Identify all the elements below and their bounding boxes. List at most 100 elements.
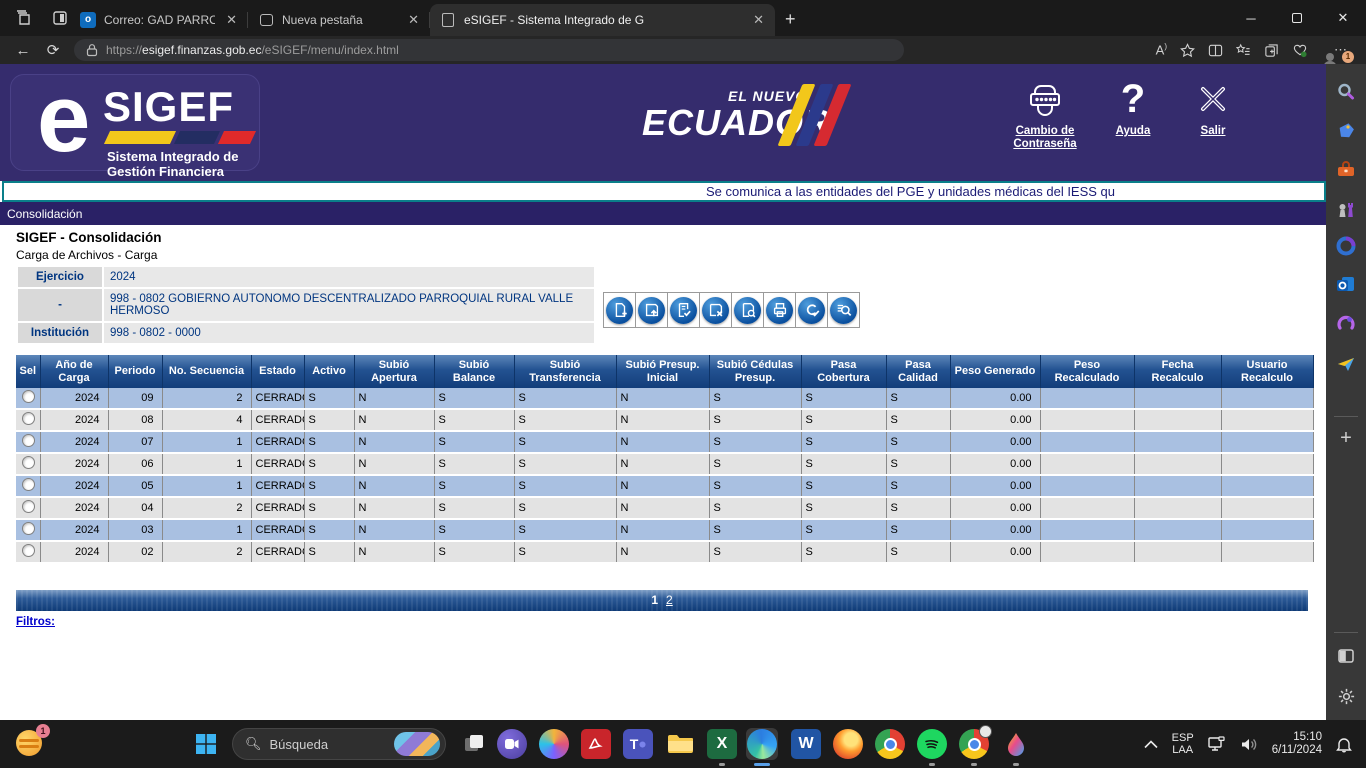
tab-close-icon[interactable]: ✕ [405,12,422,28]
excel-app-icon[interactable]: X [706,728,738,760]
validar-registro-button[interactable] [667,292,700,328]
subir-archivo-button[interactable] [635,292,668,328]
row-select-radio[interactable] [22,478,35,491]
paint-drop-app-icon[interactable] [1000,728,1032,760]
chat-app-icon[interactable] [496,728,528,760]
row-select-radio[interactable] [22,500,35,513]
cell-subio_transferencia: S [514,431,616,453]
eliminar-registro-button[interactable] [699,292,732,328]
edge-app-icon-active[interactable] [746,728,778,760]
sidebar-designer-icon[interactable] [1334,312,1358,336]
filters-link[interactable]: Filtros: [16,616,55,628]
cell-anio_carga: 2024 [40,453,108,475]
firefox-app-icon[interactable] [832,728,864,760]
read-aloud-icon[interactable]: A) [1156,42,1167,57]
row-select-radio[interactable] [22,412,35,425]
collections-icon[interactable] [1264,43,1279,58]
spotify-app-icon[interactable] [916,728,948,760]
copilot-app-icon[interactable] [538,728,570,760]
cell-periodo: 08 [108,409,162,431]
tab-correo[interactable]: o Correo: GAD PARROQUIAL VALLE ✕ [70,4,248,36]
row-select-radio[interactable] [22,390,35,403]
row-select-radio[interactable] [22,522,35,535]
sidebar-settings-gear-icon[interactable] [1334,684,1358,708]
acrobat-app-icon[interactable] [580,728,612,760]
help-button[interactable]: ? Ayuda [1088,76,1178,138]
search-highlight-image[interactable] [394,732,440,756]
sidebar-send-plane-icon[interactable] [1334,352,1358,376]
tab-nueva-pestana[interactable]: Nueva pestaña ✕ [248,4,430,36]
menu-item-consolidacion[interactable]: Consolidación [7,207,82,221]
column-header: Subió Balance [434,355,514,388]
new-tab-button[interactable]: + [785,9,796,30]
sidebar-games-icon[interactable] [1334,197,1358,221]
weather-widget[interactable]: 1 [14,728,48,760]
esigef-header: e SIGEF Sistema Integrado de Gestión Fin… [0,64,1326,181]
sidebar-outlook-icon[interactable] [1334,272,1358,296]
tab-close-icon[interactable]: ✕ [750,12,767,28]
cell-peso_recalculado [1040,541,1134,563]
cell-periodo: 05 [108,475,162,497]
task-view-button[interactable] [458,728,490,760]
cell-subio_cedulas_presup: S [709,475,801,497]
cell-periodo: 03 [108,519,162,541]
row-select-radio[interactable] [22,544,35,557]
exit-button[interactable]: Salir [1168,76,1258,138]
keyboard-language[interactable]: ESPLAA [1172,732,1194,756]
taskbar-search[interactable]: 🔍︎ Búsqueda [232,728,446,760]
row-select-radio[interactable] [22,456,35,469]
imprimir-button[interactable] [763,292,796,328]
chrome-profile-app-icon[interactable] [958,728,990,760]
row-select-radio[interactable] [22,434,35,447]
page-2-link[interactable]: 2 [666,593,673,607]
split-screen-icon[interactable] [1208,43,1223,58]
sidebar-customize-icon[interactable] [1334,644,1358,668]
cell-subio_apertura: N [354,519,434,541]
tab-esigef-active[interactable]: eSIGEF - Sistema Integrado de G ✕ [430,4,775,36]
start-button[interactable] [190,728,222,760]
cell-pasa_cobertura: S [801,453,886,475]
cell-subio_balance: S [434,431,514,453]
network-icon[interactable] [1208,736,1226,752]
tray-chevron-icon[interactable] [1144,740,1158,749]
cell-subio_cedulas_presup: S [709,431,801,453]
word-app-icon[interactable]: W [790,728,822,760]
cell-subio_balance: S [434,541,514,563]
clock-datetime[interactable]: 15:106/11/2024 [1272,731,1322,757]
sidebar-microsoft365-icon[interactable] [1334,234,1358,258]
sidebar-toolbox-icon[interactable] [1334,158,1358,182]
file-explorer-icon[interactable] [664,728,696,760]
sidebar-search-icon[interactable] [1334,80,1358,104]
browser-essentials-icon[interactable] [1292,43,1308,58]
aprobar-registro-button[interactable] [795,292,828,328]
cell-no_secuencia: 1 [162,453,251,475]
notifications-bell-icon[interactable] [1336,736,1352,753]
favorites-list-icon[interactable] [1236,43,1251,58]
tab-close-icon[interactable]: ✕ [223,12,240,28]
close-button[interactable]: ✕ [1320,0,1366,36]
tab-actions-icon[interactable] [50,8,70,28]
table-row: 2024061CERRADOSNSSNSSS0.00 [16,453,1313,475]
sidebar-shopping-icon[interactable] [1334,119,1358,143]
minimize-button[interactable]: ─ [1228,0,1274,36]
address-bar[interactable]: https://esigef.finanzas.gob.ec/eSIGEF/me… [74,39,904,61]
teams-app-icon[interactable]: T [622,728,654,760]
cell-sel [16,497,40,519]
consultar-todos-button[interactable] [827,292,860,328]
settings-more-icon[interactable]: ⋯1 [1334,42,1347,58]
consultar-detalle-button[interactable] [731,292,764,328]
chrome-app-icon[interactable] [874,728,906,760]
workspaces-icon[interactable] [14,8,34,28]
cell-subio_transferencia: S [514,409,616,431]
refresh-icon[interactable]: ⟳ [38,41,68,59]
volume-icon[interactable] [1240,737,1258,752]
crear-registro-button[interactable] [603,292,636,328]
maximize-button[interactable] [1274,0,1320,36]
institucion-value: 998 - 0802 - 0000 [103,322,595,344]
cell-subio_balance: S [434,497,514,519]
back-icon[interactable]: ← [8,42,38,59]
favorite-star-icon[interactable] [1180,43,1195,58]
sidebar-add-icon[interactable]: + [1334,426,1358,450]
change-password-button[interactable]: Cambio deContraseña [1000,76,1090,151]
cell-usuario_recalculo [1221,388,1313,409]
